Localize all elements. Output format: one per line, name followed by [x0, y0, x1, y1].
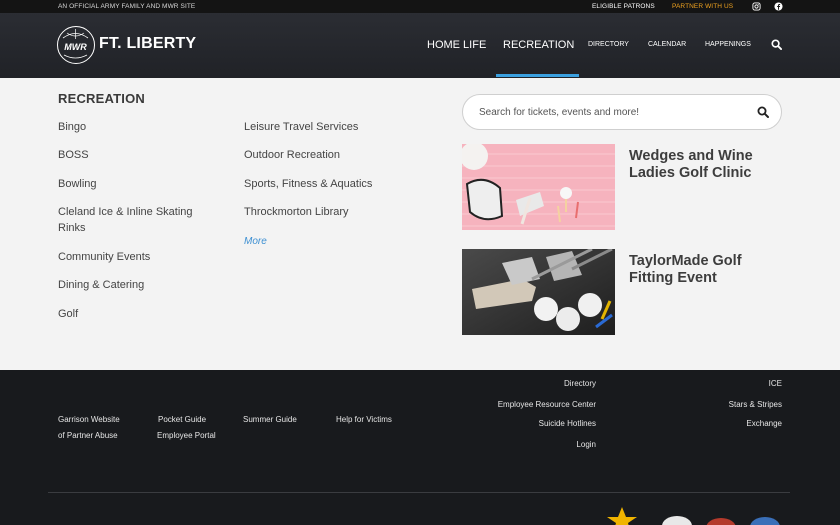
- rec-link-boss[interactable]: BOSS: [58, 148, 89, 164]
- logo-badge-text: MWR: [64, 42, 87, 52]
- footer-employee-resource-center[interactable]: Employee Resource Center: [498, 397, 596, 413]
- golf-glove-image: [462, 144, 615, 230]
- facebook-icon[interactable]: [774, 2, 783, 11]
- rec-link-golf[interactable]: Golf: [58, 307, 78, 323]
- footer-divider: [48, 492, 790, 493]
- rec-link-ice-skating[interactable]: Cleland Ice & Inline Skating Rinks: [58, 205, 218, 236]
- nav-directory[interactable]: DIRECTORY: [588, 41, 629, 48]
- footer-pocket-guide[interactable]: Pocket Guide: [158, 412, 206, 428]
- instagram-icon[interactable]: [752, 2, 761, 11]
- event-image-golf-fitting[interactable]: [462, 249, 615, 335]
- search-icon[interactable]: [771, 39, 782, 50]
- rec-link-bingo[interactable]: Bingo: [58, 120, 86, 136]
- site-logo-text[interactable]: FT. LIBERTY: [99, 35, 196, 53]
- search-placeholder: Search for tickets, events and more!: [479, 107, 640, 118]
- partner-logo-1[interactable]: [662, 516, 692, 525]
- event-title-golf-fitting[interactable]: TaylorMade Golf Fitting Event: [629, 253, 779, 287]
- nav-happenings[interactable]: HAPPENINGS: [705, 41, 751, 48]
- panel-title: RECREATION: [58, 91, 145, 106]
- nav-recreation[interactable]: RECREATION: [503, 39, 574, 51]
- event-image-golf-clinic[interactable]: [462, 144, 615, 230]
- golf-clubs-image: [462, 249, 615, 335]
- rec-link-sports-fitness[interactable]: Sports, Fitness & Aquatics: [244, 177, 372, 193]
- eligible-patrons-link[interactable]: ELIGIBLE PATRONS: [592, 3, 655, 10]
- nav-home-life[interactable]: HOME LIFE: [427, 39, 486, 51]
- footer-login[interactable]: Login: [576, 437, 596, 453]
- globe-icon: MWR: [62, 29, 89, 59]
- footer-exchange[interactable]: Exchange: [746, 416, 782, 432]
- footer-ice[interactable]: ICE: [769, 376, 782, 392]
- event-title-golf-clinic[interactable]: Wedges and Wine Ladies Golf Clinic: [629, 148, 779, 182]
- army-star-logo[interactable]: [604, 505, 640, 525]
- rec-link-bowling[interactable]: Bowling: [58, 177, 97, 193]
- recreation-mega-menu: RECREATION Bingo BOSS Bowling Cleland Ic…: [0, 78, 840, 370]
- partner-logo-2[interactable]: [706, 518, 736, 525]
- footer-directory[interactable]: Directory: [564, 376, 596, 392]
- footer-summer-guide[interactable]: Summer Guide: [243, 412, 297, 428]
- search-icon[interactable]: [757, 106, 769, 118]
- partner-with-us-link[interactable]: PARTNER WITH US: [672, 3, 733, 10]
- footer-partner-abuse[interactable]: of Partner Abuse: [58, 428, 118, 444]
- top-utility-bar: AN OFFICIAL ARMY FAMILY AND MWR SITE ELI…: [0, 0, 840, 13]
- rec-link-dining[interactable]: Dining & Catering: [58, 278, 144, 294]
- footer-garrison-website[interactable]: Garrison Website: [58, 412, 120, 428]
- footer-suicide-hotlines[interactable]: Suicide Hotlines: [539, 416, 596, 432]
- partner-logo-3[interactable]: [750, 517, 780, 525]
- site-footer: Garrison Website Pocket Guide Summer Gui…: [0, 370, 840, 525]
- official-site-label: AN OFFICIAL ARMY FAMILY AND MWR SITE: [58, 3, 196, 10]
- nav-calendar[interactable]: CALENDAR: [648, 41, 686, 48]
- search-input[interactable]: Search for tickets, events and more!: [462, 94, 782, 130]
- footer-employee-portal[interactable]: Employee Portal: [157, 428, 216, 444]
- site-header: MWR FT. LIBERTY HOME LIFE RECREATION DIR…: [0, 13, 840, 78]
- active-nav-indicator: [496, 74, 579, 77]
- rec-link-leisure-travel[interactable]: Leisure Travel Services: [244, 120, 358, 136]
- mwr-globe-logo[interactable]: MWR: [57, 26, 95, 64]
- footer-help-for-victims[interactable]: Help for Victims: [336, 412, 392, 428]
- footer-stars-stripes[interactable]: Stars & Stripes: [729, 397, 782, 413]
- rec-link-community-events[interactable]: Community Events: [58, 250, 150, 266]
- rec-link-more[interactable]: More: [244, 234, 267, 250]
- rec-link-outdoor-recreation[interactable]: Outdoor Recreation: [244, 148, 340, 164]
- rec-link-library[interactable]: Throckmorton Library: [244, 205, 349, 221]
